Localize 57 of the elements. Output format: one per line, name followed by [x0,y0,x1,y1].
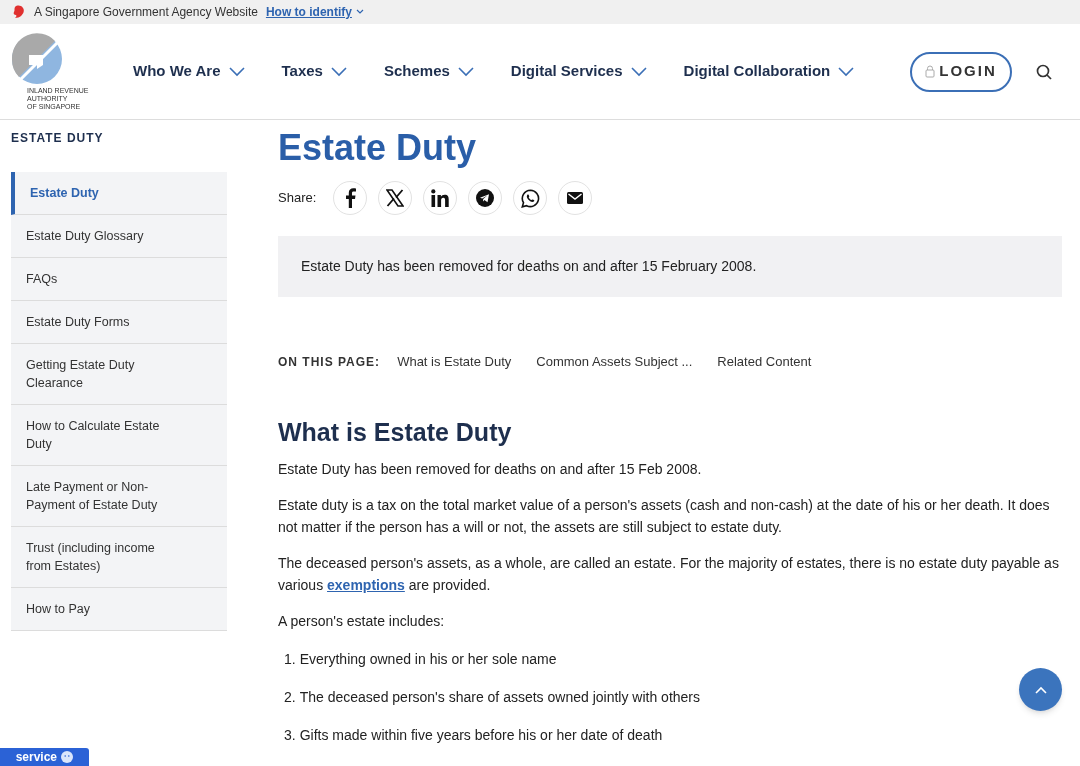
body-paragraph: Estate Duty has been removed for deaths on and after 15 Feb 2008. [278,459,703,479]
envelope-icon [567,192,584,204]
linkedin-icon [431,189,450,207]
nav-menu-item[interactable]: Digital Services [510,60,647,83]
sidebar-title: ESTATE DUTY [11,130,105,147]
list-number: 2. [284,687,296,707]
chevron-down-icon [330,66,347,77]
body-paragraph: The deceased person's assets, as a whole, are called an estate. For the majority of estates, there is no estate duty payable as various exemptions are provided. [278,553,1060,595]
section-heading: What is Estate Duty [278,416,513,448]
sidebar-item[interactable]: Estate Duty Forms [11,301,227,344]
padlock-icon [925,65,936,78]
chevron-down-icon [630,66,647,77]
chevron-down-icon [457,66,474,77]
list-number: 3. [284,725,296,745]
sidebar-item[interactable]: FAQs [11,258,227,301]
search-icon[interactable] [1036,63,1052,80]
back-to-top-button[interactable] [1019,668,1062,711]
page-anchor-link[interactable]: What is Estate Duty [397,352,512,372]
nav-menu-item[interactable]: Who We Are [133,60,245,83]
lion-head-icon [12,5,26,19]
whatsapp-icon [520,188,540,208]
sidebar-item[interactable]: How to Calculate Estate Duty [11,405,227,466]
list-item-text: Everything owned in his or her sole name [299,649,557,669]
page-anchor-link[interactable]: Related Content [717,352,812,372]
notice-text: Estate Duty has been removed for deaths on and after 15 February 2008. [301,257,757,276]
feedback-button[interactable]: service [0,748,89,766]
list-number: 1. [284,649,296,669]
smiley-face-icon [61,751,73,763]
login-button[interactable]: LOGIN [910,51,1012,92]
body-paragraph: Estate duty is a tax on the total market value of a person's assets (cash and non-cash) at the date of his or her death. It does not matter if the person has a will or not, the assets are still subject to estate duty. [278,495,1051,537]
nav-menu-item[interactable]: Digital Collaboration [683,60,855,83]
nav-menu-item[interactable]: Taxes [281,60,347,83]
masthead-text: A Singapore Government Agency Website [34,4,258,21]
list-item-text: Gifts made within five years before his or her date of death [299,725,663,745]
x-logo-icon [386,189,405,207]
how-to-identify-link[interactable]: How to identify [265,3,364,21]
sidebar-item[interactable]: Estate Duty Glossary [11,215,227,258]
chevron-down-icon [228,66,245,77]
facebook-icon [344,188,357,208]
page-anchor-link[interactable]: Common Assets Subject ... [536,352,693,372]
page-title: Estate Duty [278,126,478,170]
telegram-icon [476,189,495,207]
chevron-down-icon [355,9,364,15]
body-paragraph: A person's estate includes: [278,611,446,631]
share-label: Share: [278,189,317,208]
list-item-text: The deceased person's share of assets owned jointly with others [299,687,701,707]
sidebar-item[interactable]: Getting Estate Duty Clearance [11,344,227,405]
sidebar-item[interactable]: Late Payment or Non-Payment of Estate Duty [11,466,227,527]
chevron-up-icon [1034,685,1047,694]
chevron-down-icon [838,66,855,77]
logo-emblem-icon [11,32,63,85]
exemptions-link[interactable]: exemptions [327,576,405,593]
sidebar-item[interactable]: Trust (including income from Estates) [11,527,227,588]
sidebar-item[interactable]: Estate Duty [11,172,227,215]
sidebar-item[interactable]: How to Pay [11,588,227,631]
on-this-page-label: ON THIS PAGE: [278,353,381,371]
nav-menu-item[interactable]: Schemes [383,60,474,83]
